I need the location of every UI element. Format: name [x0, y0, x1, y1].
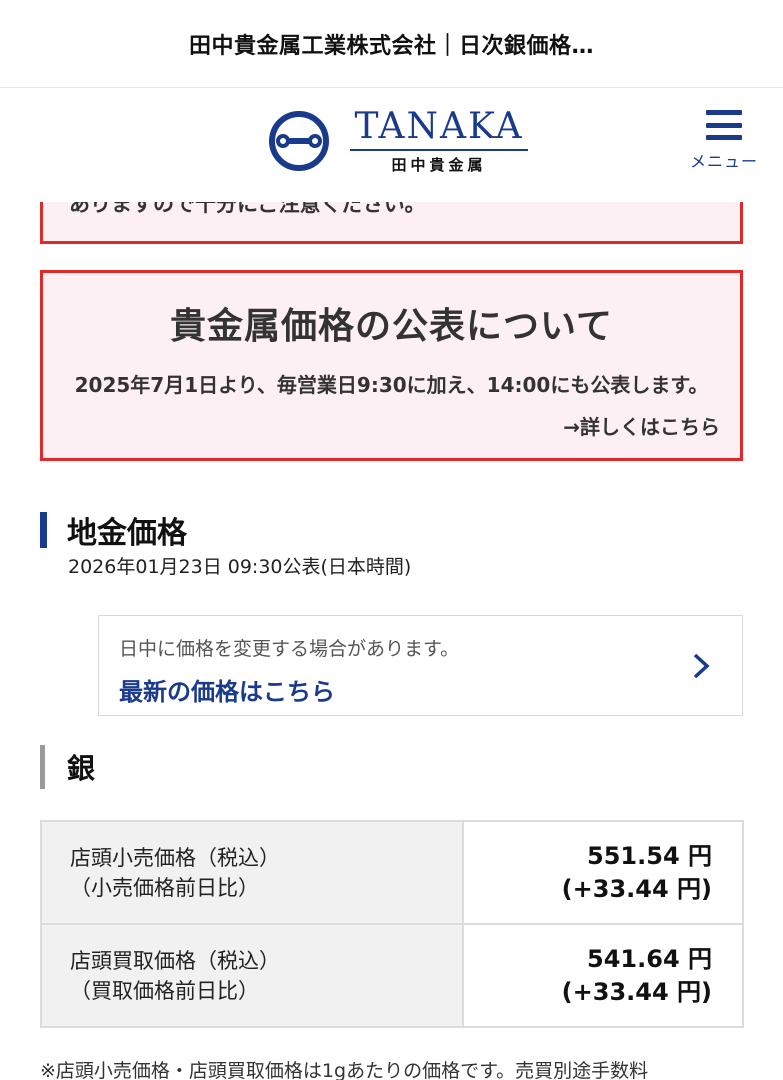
hamburger-menu-icon: [706, 110, 742, 140]
table-row: 店頭小売価格（税込） （小売価格前日比） 551.54 円 (+33.44 円): [40, 820, 744, 925]
retail-price-label: 店頭小売価格（税込） （小売価格前日比）: [40, 820, 464, 925]
logo-divider: [350, 149, 528, 151]
latest-price-link-box[interactable]: 日中に価格を変更する場合があります。 最新の価格はこちら: [98, 615, 743, 716]
buyback-price-value: 541.64 円 (+33.44 円): [462, 923, 744, 1028]
table-row: 店頭買取価格（税込） （買取価格前日比） 541.64 円 (+33.44 円): [40, 923, 744, 1028]
retail-label-line1: 店頭小売価格（税込）: [70, 845, 280, 870]
retail-price-change: (+33.44 円): [561, 874, 712, 903]
section-heading: 地金価格: [40, 512, 187, 551]
page-title: 田中貴金属工業株式会社｜日次銀価格…: [188, 33, 594, 59]
notice-body: 2025年7月1日より、毎営業日9:30に加え、14:00にも公表します。: [74, 373, 709, 397]
logo-wordmark: TANAKA 田中貴金属: [350, 107, 528, 175]
metal-accent-bar: [40, 745, 45, 789]
metal-heading: 銀: [40, 745, 95, 789]
buyback-label-line1: 店頭買取価格（税込）: [70, 948, 280, 973]
latest-price-link[interactable]: 最新の価格はこちら: [119, 672, 335, 707]
tanaka-logo-mark-icon: [269, 111, 329, 171]
silver-price-table: 店頭小売価格（税込） （小売価格前日比） 551.54 円 (+33.44 円)…: [40, 820, 744, 1028]
retail-price: 551.54 円: [587, 841, 712, 870]
browser-title-bar: 田中貴金属工業株式会社｜日次銀価格…: [0, 0, 783, 88]
previous-notice-box: ありますので十分にご注意ください。: [40, 202, 743, 244]
previous-notice-text: ありますので十分にご注意ください。: [69, 202, 426, 216]
buyback-label-line2: （買取価格前日比）: [70, 978, 259, 1003]
published-timestamp: 2026年01月23日 09:30公表(日本時間): [68, 556, 412, 578]
menu-button[interactable]: メニュー: [686, 106, 762, 172]
logo-japanese: 田中貴金属: [391, 156, 487, 174]
chevron-right-icon: [693, 653, 710, 679]
section-title: 地金価格: [67, 516, 187, 551]
site-header: TANAKA 田中貴金属 メニュー: [0, 88, 783, 202]
buyback-price-label: 店頭買取価格（税込） （買取価格前日比）: [40, 923, 464, 1028]
retail-price-value: 551.54 円 (+33.44 円): [462, 820, 744, 925]
menu-label: メニュー: [689, 152, 758, 171]
logo-english: TANAKA: [354, 106, 524, 147]
notice-title: 貴金属価格の公表について: [170, 306, 613, 347]
tanaka-logo[interactable]: TANAKA 田中貴金属: [266, 107, 536, 175]
section-accent-bar: [40, 512, 47, 548]
price-announcement-notice: 貴金属価格の公表について 2025年7月1日より、毎営業日9:30に加え、14:…: [40, 270, 743, 461]
buyback-price-change: (+33.44 円): [561, 977, 712, 1006]
latest-price-note: 日中に価格を変更する場合があります。: [119, 638, 460, 660]
metal-title: 銀: [67, 752, 96, 785]
retail-label-line2: （小売価格前日比）: [70, 875, 259, 900]
buyback-price: 541.64 円: [587, 944, 712, 973]
notice-details-link[interactable]: →詳しくはこちら: [563, 411, 720, 440]
price-footnote: ※店頭小売価格・店頭買取価格は1gあたりの価格です。売買別途手数料: [40, 1060, 649, 1080]
